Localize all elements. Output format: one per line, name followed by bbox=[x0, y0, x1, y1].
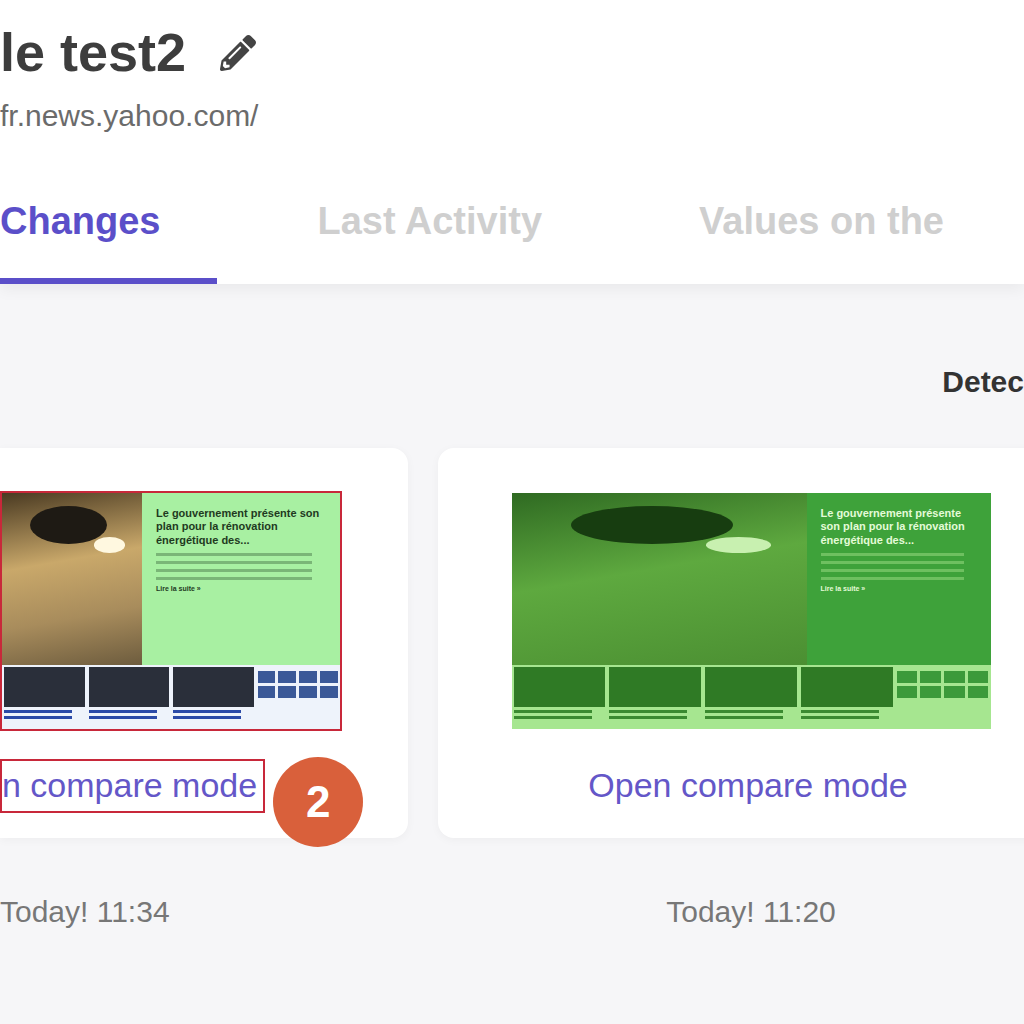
article-panel: Le gouvernement présente son plan pour l… bbox=[807, 493, 991, 665]
change-card: Le gouvernement présente son plan pour l… bbox=[0, 448, 408, 838]
snapshot-thumbnail[interactable]: Le gouvernement présente son plan pour l… bbox=[0, 491, 342, 731]
related-item bbox=[4, 667, 85, 727]
article-headline: Le gouvernement présente son plan pour l… bbox=[821, 507, 977, 548]
compare-link-box: n compare mode2 bbox=[0, 759, 265, 814]
article-text-line bbox=[156, 553, 312, 556]
social-icons bbox=[258, 667, 339, 727]
monitor-header: le test2 fr.news.yahoo.com/Changes Last Ac… bbox=[0, 0, 1024, 284]
related-item bbox=[89, 667, 170, 727]
title-row: le test2 bbox=[0, 22, 1024, 84]
change-card: Le gouvernement présente son plan pour l… bbox=[438, 448, 1024, 838]
tab[interactable]: Last Activity bbox=[317, 200, 599, 284]
article-text-line bbox=[156, 569, 312, 572]
change-time: Today! 11:34 bbox=[0, 894, 408, 930]
related-item bbox=[609, 667, 701, 727]
tab-bar: Changes Last Activity Values on the bbox=[0, 200, 1024, 284]
monitor-title: le test2 bbox=[0, 23, 186, 82]
article-text-line bbox=[156, 577, 312, 580]
changes-content: Detec Le gouvernement présente son plan p… bbox=[0, 284, 1024, 930]
tab[interactable]: Values on the bbox=[699, 200, 1001, 284]
compare-link-box: Open compare mode bbox=[586, 759, 915, 814]
related-item bbox=[514, 667, 606, 727]
related-item bbox=[801, 667, 893, 727]
article-more: Lire la suite » bbox=[821, 585, 977, 592]
step-badge: 2 bbox=[273, 757, 363, 847]
article-text-line bbox=[821, 553, 965, 556]
compare-link[interactable]: n compare mode bbox=[2, 766, 257, 804]
change-time: Today! 11:20 bbox=[438, 894, 1024, 930]
article-text-line bbox=[156, 561, 312, 564]
page: le test2 fr.news.yahoo.com/Changes Last Ac… bbox=[0, 0, 1024, 1024]
article-photo bbox=[2, 493, 142, 665]
compare-link[interactable]: Open compare mode bbox=[588, 766, 907, 804]
edit-button[interactable] bbox=[220, 35, 256, 71]
change-column: Le gouvernement présente son plan pour l… bbox=[0, 448, 408, 930]
changes-row: Le gouvernement présente son plan pour l… bbox=[0, 448, 1024, 930]
tab[interactable]: Changes bbox=[0, 200, 217, 284]
related-strip bbox=[512, 665, 991, 729]
related-item bbox=[705, 667, 797, 727]
detected-label: Detec bbox=[0, 364, 1024, 400]
article-text-line bbox=[821, 569, 965, 572]
change-column: Le gouvernement présente son plan pour l… bbox=[438, 448, 1024, 930]
article-more: Lire la suite » bbox=[156, 585, 326, 592]
article-headline: Le gouvernement présente son plan pour l… bbox=[156, 507, 326, 548]
related-strip bbox=[2, 665, 340, 729]
snapshot-thumbnail[interactable]: Le gouvernement présente son plan pour l… bbox=[510, 491, 993, 731]
article-text-line bbox=[821, 561, 965, 564]
related-item bbox=[173, 667, 254, 727]
article-text-line bbox=[821, 577, 965, 580]
pencil-icon[interactable] bbox=[220, 35, 256, 71]
monitor-url: fr.news.yahoo.com/ bbox=[0, 98, 1024, 134]
social-icons bbox=[897, 667, 989, 727]
article-photo bbox=[512, 493, 807, 665]
article-panel: Le gouvernement présente son plan pour l… bbox=[142, 493, 340, 665]
